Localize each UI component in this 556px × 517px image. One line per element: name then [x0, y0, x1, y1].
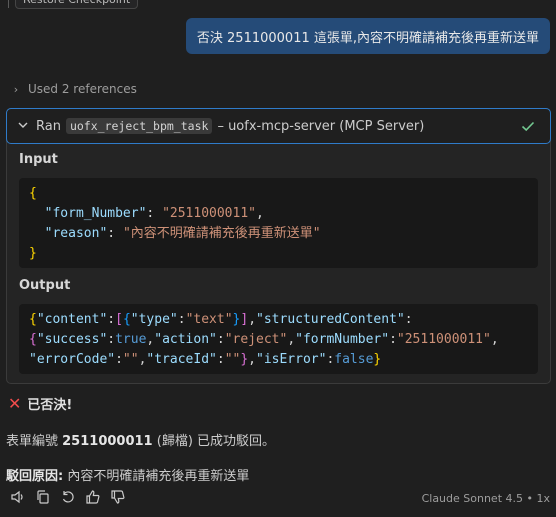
input-key: "reason"	[44, 226, 108, 241]
output-key: "structuredContent"	[256, 312, 405, 327]
restore-checkpoint: Restore Checkpoint	[8, 0, 139, 9]
cross-mark-icon: ✕	[8, 393, 22, 413]
user-message-bubble: 否決 2511000011 這張單,內容不明確請補充後再重新送單	[185, 18, 550, 54]
chevron-down-icon	[17, 119, 29, 134]
used-references-toggle[interactable]: › Used 2 references	[10, 80, 137, 98]
output-key: "errorCode"	[29, 352, 116, 367]
thumbs-up-icon[interactable]	[85, 489, 101, 505]
input-value: "內容不明確請補充後再重新送單"	[122, 226, 321, 241]
output-key: "success"	[36, 332, 108, 347]
output-value: "text"	[185, 312, 233, 327]
result-line: 表單編號 2511000011 (歸檔) 已成功駁回。	[6, 430, 275, 449]
output-value: false	[334, 352, 374, 367]
input-code-block: { "form_Number": "2511000011", "reason":…	[19, 178, 538, 268]
model-indicator[interactable]: Claude Sonnet 4.5 • 1x	[422, 492, 550, 505]
tool-name: uofx_reject_bpm_task	[65, 118, 213, 134]
divider	[8, 0, 9, 8]
check-icon	[520, 118, 536, 134]
output-key: "formNumber"	[295, 332, 390, 347]
reject-reason-line: 駁回原因: 內容不明確請補充後再重新送單	[6, 465, 249, 484]
output-value: true	[115, 332, 147, 347]
reject-reason-label: 駁回原因:	[6, 469, 64, 484]
output-code-block: {"content":[{"type":"text"}],"structured…	[19, 304, 538, 374]
input-key: "form_Number"	[44, 206, 147, 221]
speaker-icon[interactable]	[10, 489, 26, 505]
result-text: 表單編號	[6, 434, 63, 449]
thumbs-down-icon[interactable]	[110, 489, 126, 505]
copy-icon[interactable]	[35, 489, 51, 505]
used-references-label: Used 2 references	[28, 82, 137, 96]
output-value: "2511000011"	[396, 332, 491, 347]
output-label: Output	[19, 278, 71, 293]
result-title: 已否決!	[27, 398, 73, 413]
restore-checkpoint-button[interactable]: Restore Checkpoint	[15, 0, 139, 9]
input-label: Input	[19, 152, 58, 167]
form-number: 2511000011	[62, 434, 153, 449]
output-key: "traceId"	[146, 352, 217, 367]
response-actions	[10, 489, 135, 505]
result-text: (歸檔) 已成功駁回。	[152, 434, 276, 449]
reject-reason-text: 內容不明確請補充後再重新送單	[63, 469, 250, 484]
output-value: ""	[224, 352, 241, 367]
ran-label: Ran	[36, 118, 61, 134]
tool-call-panel: Ran uofx_reject_bpm_task – uofx-mcp-serv…	[6, 108, 551, 384]
output-key: "type"	[130, 312, 178, 327]
chevron-right-icon: ›	[13, 82, 19, 96]
output-value: "reject"	[224, 332, 288, 347]
input-value: "2511000011"	[162, 206, 256, 221]
server-name: – uofx-mcp-server (MCP Server)	[217, 118, 425, 134]
output-key: "content"	[36, 312, 108, 327]
result-heading: ✕ 已否決!	[8, 394, 72, 413]
output-value: ""	[122, 352, 139, 367]
tool-call-header[interactable]: Ran uofx_reject_bpm_task – uofx-mcp-serv…	[6, 108, 551, 144]
output-key: "action"	[154, 332, 217, 347]
output-key: "isError"	[256, 352, 327, 367]
retry-icon[interactable]	[60, 489, 76, 505]
